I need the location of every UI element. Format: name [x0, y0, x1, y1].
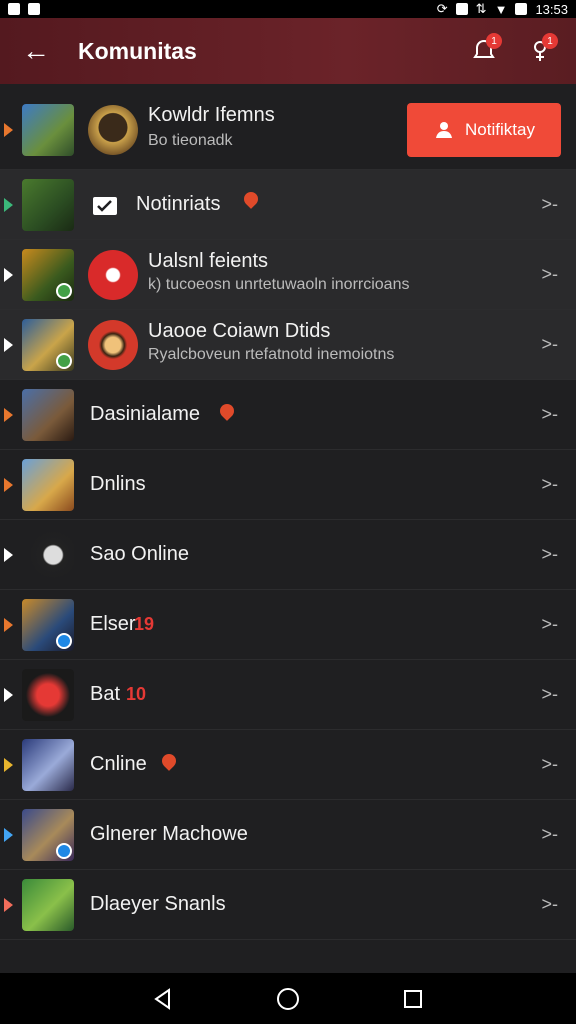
expand-arrow-icon — [4, 617, 13, 632]
chevron-right-icon: >- — [541, 334, 558, 354]
notify-button-label: Notifiktay — [465, 119, 535, 139]
chevron-right-icon: >- — [541, 194, 558, 214]
chevron-right-icon: >- — [541, 684, 558, 704]
avatar — [88, 249, 138, 300]
list-item[interactable]: Dlaeyer Snanls >- — [0, 870, 576, 940]
chevron-right-icon: >- — [541, 614, 558, 634]
chevron-right-icon: >- — [541, 754, 558, 774]
list-item[interactable]: Dnlins >- — [0, 450, 576, 520]
recents-icon[interactable] — [398, 984, 428, 1014]
status-bar: ⟳ ⇅ ▼ 13:53 — [0, 0, 576, 18]
row-title: Ualsnl feients — [148, 250, 269, 272]
community-list: Kowldr Ifemns Bo tieonadk Notifiktay Not… — [0, 90, 576, 940]
game-thumbnail — [22, 458, 74, 511]
fire-icon — [241, 189, 261, 209]
row-subtitle: Ryalcboveun rtefatnotd inemoiotns — [148, 346, 395, 363]
list-item[interactable]: Glnerer Machowe >- — [0, 800, 576, 870]
game-thumbnail — [22, 388, 74, 441]
status-time: 13:53 — [535, 1, 568, 17]
row-title: Dnlins — [90, 473, 146, 495]
data-icon: ⇅ — [475, 1, 487, 16]
verified-icon — [56, 352, 72, 369]
list-item[interactable]: Uaooe Coiawn Dtids Ryalcboveun rtefatnot… — [0, 310, 576, 380]
chevron-right-icon: >- — [541, 544, 558, 564]
back-icon[interactable] — [148, 984, 178, 1014]
fire-icon — [159, 751, 179, 771]
chevron-right-icon: >- — [541, 474, 558, 494]
game-thumbnail — [22, 318, 74, 371]
notification-icon — [8, 3, 20, 15]
expand-arrow-icon — [4, 197, 13, 212]
page-title: Komunitas — [78, 37, 197, 64]
mail-check-icon — [93, 196, 117, 215]
verified-icon — [56, 632, 72, 649]
row-suffix: 19 — [134, 614, 155, 634]
profile-button[interactable]: 1 — [520, 31, 560, 71]
fire-icon — [217, 401, 237, 421]
row-suffix: 10 — [126, 684, 147, 704]
row-subtitle: Bo tieonadk — [148, 132, 233, 149]
list-item[interactable]: Dasinialame >- — [0, 380, 576, 450]
row-title: Cnline — [90, 753, 147, 775]
chevron-right-icon: >- — [541, 894, 558, 914]
row-title: Dlaeyer Snanls — [90, 893, 226, 915]
system-nav-bar — [0, 973, 576, 1024]
expand-arrow-icon — [4, 827, 13, 842]
game-thumbnail — [22, 528, 74, 581]
expand-arrow-icon — [4, 407, 13, 422]
row-title: Kowldr Ifemns — [148, 104, 275, 126]
verified-icon — [56, 282, 72, 299]
game-thumbnail — [22, 738, 74, 791]
verified-icon — [56, 842, 72, 859]
chevron-right-icon: >- — [541, 404, 558, 424]
row-title: Dasinialame — [90, 403, 201, 425]
expand-arrow-icon — [4, 477, 13, 492]
game-thumbnail — [22, 878, 74, 931]
expand-arrow-icon — [4, 757, 13, 772]
list-item[interactable]: Ualsnl feients k) tucoeosn unrtetuwaoln … — [0, 240, 576, 310]
avatar — [88, 319, 138, 370]
header-row[interactable]: Kowldr Ifemns Bo tieonadk Notifiktay — [0, 90, 576, 170]
wifi-icon: ▼ — [494, 1, 508, 17]
row-title: Bat — [90, 683, 121, 705]
expand-arrow-icon — [4, 687, 13, 702]
user-icon — [436, 121, 453, 138]
app-icon — [455, 3, 468, 15]
notifications-button[interactable]: 1 — [464, 31, 504, 71]
row-title: Uaooe Coiawn Dtids — [148, 320, 331, 342]
notification-badge: 1 — [486, 33, 502, 49]
expand-arrow-icon — [4, 122, 13, 137]
expand-arrow-icon — [4, 897, 13, 912]
battery-icon — [515, 3, 528, 15]
row-title: Elser — [90, 613, 136, 635]
list-item[interactable]: Sao Online >- — [0, 520, 576, 590]
notification-icon — [28, 3, 40, 15]
row-title: Sao Online — [90, 543, 189, 565]
expand-arrow-icon — [4, 267, 13, 282]
game-thumbnail — [22, 248, 74, 301]
chevron-right-icon: >- — [541, 824, 558, 844]
row-title: Glnerer Machowe — [90, 823, 248, 845]
row-title: Notinriats — [136, 193, 221, 215]
game-thumbnail — [22, 808, 74, 861]
back-arrow-icon[interactable]: ← — [16, 31, 56, 71]
game-thumbnail — [22, 598, 74, 651]
home-icon[interactable] — [273, 984, 303, 1014]
game-thumbnail — [22, 103, 74, 156]
avatar — [88, 104, 138, 155]
list-item[interactable]: Cnline >- — [0, 730, 576, 800]
app-bar: ← Komunitas 1 1 — [0, 18, 576, 84]
list-item[interactable]: Notinriats >- — [0, 170, 576, 240]
chevron-right-icon: >- — [541, 264, 558, 284]
profile-badge: 1 — [542, 33, 558, 49]
list-item[interactable]: Elser 19 >- — [0, 590, 576, 660]
sync-icon: ⟳ — [436, 1, 448, 16]
row-subtitle: k) tucoeosn unrtetuwaoln inorrcioans — [148, 276, 410, 293]
game-thumbnail — [22, 178, 74, 231]
list-item[interactable]: Bat 10 >- — [0, 660, 576, 730]
expand-arrow-icon — [4, 547, 13, 562]
game-thumbnail — [22, 668, 74, 721]
notify-button[interactable]: Notifiktay — [407, 102, 561, 157]
expand-arrow-icon — [4, 337, 13, 352]
